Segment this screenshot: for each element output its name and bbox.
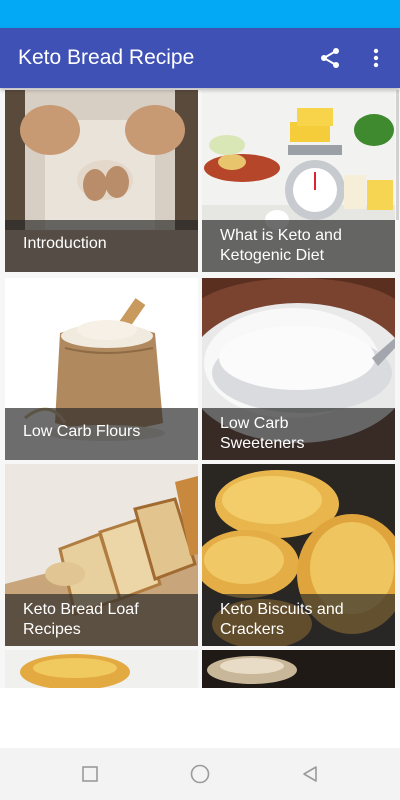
home-button[interactable]	[180, 758, 220, 790]
recipe-grid: Introduction What is Keto and Ketogenic …	[0, 88, 400, 688]
card-label: Keto Biscuits and Crackers	[202, 594, 395, 646]
card-low-carb-flours[interactable]: Low Carb Flours	[5, 278, 198, 460]
status-bar	[0, 0, 400, 28]
more-vert-icon	[373, 48, 379, 68]
square-icon	[82, 766, 98, 782]
card-keto-bread-loaf[interactable]: Keto Bread Loaf Recipes	[5, 464, 198, 646]
card-label: What is Keto and Ketogenic Diet	[202, 220, 395, 272]
bottom-spacer	[0, 688, 400, 748]
pastry-image	[202, 650, 395, 688]
card-keto-biscuits[interactable]: Keto Biscuits and Crackers	[202, 464, 395, 646]
app-title: Keto Bread Recipe	[18, 46, 195, 69]
card-label: Low Carb Flours	[5, 408, 198, 460]
app-bar: Keto Bread Recipe	[0, 28, 400, 88]
muffin-image	[5, 650, 198, 688]
card-label: Introduction	[5, 220, 198, 272]
card-label: Keto Bread Loaf Recipes	[5, 594, 198, 646]
card-low-carb-sweeteners[interactable]: Low Carb Sweeteners	[202, 278, 395, 460]
circle-icon	[190, 764, 210, 784]
back-button[interactable]	[290, 758, 330, 790]
triangle-back-icon	[303, 766, 317, 782]
system-nav-bar	[0, 748, 400, 800]
more-options-button[interactable]	[360, 40, 392, 76]
card-what-is-keto[interactable]: What is Keto and Ketogenic Diet	[202, 90, 395, 272]
card-partial-right[interactable]	[202, 650, 395, 688]
scrollbar[interactable]	[396, 90, 399, 220]
card-introduction[interactable]: Introduction	[5, 90, 198, 272]
card-partial-left[interactable]	[5, 650, 198, 688]
card-label: Low Carb Sweeteners	[202, 408, 395, 460]
share-icon	[321, 48, 339, 68]
share-button[interactable]	[312, 40, 348, 76]
recent-apps-button[interactable]	[70, 758, 110, 790]
